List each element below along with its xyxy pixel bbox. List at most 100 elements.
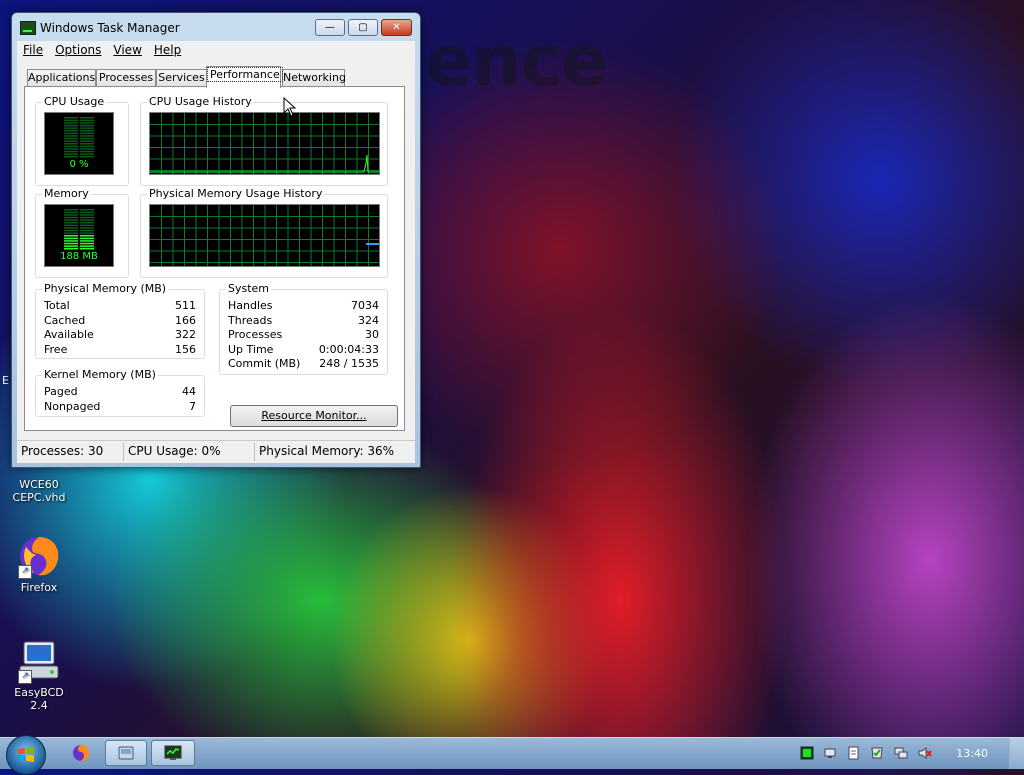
wallpaper-text: ence [425, 20, 608, 102]
physical-memory-title: Physical Memory (MB) [42, 282, 169, 295]
tray-network-connection-icon[interactable] [894, 746, 908, 760]
shortcut-arrow-icon: ↗ [18, 670, 32, 684]
resource-monitor-button[interactable]: Resource Monitor... [230, 405, 398, 427]
cpu-history-plot [150, 113, 379, 174]
desktop-icon-easybcd[interactable]: ↗ EasyBCD 2.4 [4, 638, 74, 712]
memory-history-group: Physical Memory Usage History [140, 187, 388, 278]
desktop-icon-label: WCE60 [19, 478, 59, 491]
meter-segment [80, 216, 94, 219]
meter-segment [64, 232, 78, 234]
task-manager-window[interactable]: Windows Task Manager — ▢ ✕ File Options Vi… [11, 12, 421, 468]
tab-networking[interactable]: Networking [282, 69, 346, 86]
meter-segment [80, 153, 94, 155]
tab-processes[interactable]: Processes [96, 69, 156, 86]
stat-row: Nonpaged 7 [44, 399, 196, 413]
meter-segment [64, 211, 78, 214]
stat-row: Handles 7034 [228, 299, 379, 312]
meter-segment [80, 245, 94, 247]
meter-segment [64, 235, 78, 237]
desktop-icon-wce60[interactable]: WCE60 CEPC.vhd [4, 478, 74, 504]
meter-segment [64, 117, 78, 119]
meter-segment [64, 150, 78, 153]
meter-segment [80, 148, 94, 150]
show-desktop-button[interactable] [1009, 738, 1024, 769]
meter-segment [64, 227, 78, 229]
desktop-edge-label: E [2, 374, 9, 387]
meter-segment [80, 229, 94, 232]
meter-segment [80, 214, 94, 216]
menu-options[interactable]: Options [49, 41, 107, 57]
kernel-memory-group: Kernel Memory (MB) Paged 44 Nonpaged 7 [35, 368, 205, 417]
task-manager-icon [164, 745, 182, 760]
menu-file[interactable]: File [17, 41, 49, 57]
title-bar[interactable]: Windows Task Manager — ▢ ✕ [12, 13, 420, 41]
meter-segment [64, 219, 78, 221]
meter-segment [80, 222, 94, 224]
meter-segment [80, 227, 94, 229]
meter-segment [80, 124, 94, 127]
tray-document-icon[interactable] [846, 746, 860, 760]
easybcd-icon: ↗ [16, 638, 62, 684]
desktop-icon-label: EasyBCD 2.4 [14, 686, 64, 712]
meter-segment [64, 224, 78, 227]
meter-segment [64, 127, 78, 129]
stat-row: Up Time 0:00:04:33 [228, 342, 379, 356]
meter-segment [64, 135, 78, 137]
tray-volume-muted-icon[interactable] [918, 746, 932, 760]
minimize-button[interactable]: — [315, 19, 345, 36]
taskbar-explorer[interactable] [105, 740, 147, 766]
meter-segment [80, 240, 94, 242]
status-processes: Processes: 30 [21, 444, 104, 458]
taskbar: 13:40 [0, 735, 1024, 775]
stat-row: Free 156 [44, 342, 196, 356]
close-button[interactable]: ✕ [381, 19, 412, 36]
tab-services[interactable]: Services [156, 69, 207, 86]
meter-segment [64, 130, 78, 132]
tray-network-icon[interactable] [823, 746, 837, 760]
stat-row: Available 322 [44, 328, 196, 341]
meter-segment [64, 248, 78, 250]
taskbar-clock[interactable]: 13:40 [956, 747, 988, 760]
start-button[interactable] [6, 735, 46, 775]
shortcut-arrow-icon: ↗ [18, 565, 32, 579]
desktop-icon-firefox[interactable]: ↗ Firefox [4, 533, 74, 594]
tab-applications[interactable]: Applications [27, 69, 96, 86]
tab-performance[interactable]: Performance [206, 66, 283, 88]
system-title: System [226, 282, 272, 295]
memory-meter: 188 MB [44, 204, 114, 267]
meter-segment [64, 240, 78, 242]
menu-view[interactable]: View [107, 41, 147, 57]
memory-title: Memory [42, 187, 91, 200]
cpu-history-graph [149, 112, 380, 175]
cpu-usage-title: CPU Usage [42, 95, 107, 108]
meter-segment [64, 143, 78, 145]
tray-action-center-icon[interactable] [870, 746, 884, 760]
menu-help[interactable]: Help [148, 41, 187, 57]
stat-row: Commit (MB) 248 / 1535 [228, 357, 379, 370]
meter-segment [80, 145, 94, 148]
memory-meter-bars [64, 209, 94, 250]
meter-segment [80, 122, 94, 124]
cpu-usage-meter: 0 % [44, 112, 114, 175]
taskbar-task-manager[interactable] [151, 740, 195, 766]
meter-segment [64, 153, 78, 155]
meter-segment [64, 156, 78, 158]
meter-segment [64, 145, 78, 148]
desktop-icon-label: CEPC.vhd [12, 491, 66, 504]
meter-segment [80, 119, 94, 122]
meter-segment [80, 130, 94, 132]
memory-history-title: Physical Memory Usage History [147, 187, 325, 200]
meter-segment [64, 148, 78, 150]
taskbar-firefox[interactable] [64, 740, 98, 766]
menu-bar: File Options View Help [17, 41, 415, 61]
meter-segment [80, 219, 94, 221]
status-divider [254, 443, 255, 461]
meter-segment [80, 232, 94, 234]
cpu-usage-value: 0 % [69, 159, 89, 170]
maximize-button[interactable]: ▢ [348, 19, 378, 36]
tray-task-manager-icon[interactable] [800, 746, 814, 760]
firefox-icon: ↗ [16, 533, 62, 579]
physical-memory-group: Physical Memory (MB) Total 511 Cached 166 … [35, 282, 205, 359]
meter-segment [64, 216, 78, 219]
meter-segment [80, 209, 94, 211]
